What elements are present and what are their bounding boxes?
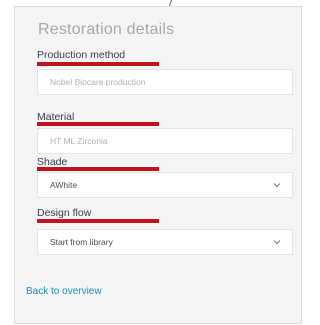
shade-select[interactable]: AWhite: [37, 172, 293, 198]
shade-select-value: AWhite: [50, 180, 78, 190]
production-method-field: Nobel Biocare production: [37, 69, 293, 95]
design-flow-select[interactable]: Start from library: [37, 229, 293, 255]
chevron-down-icon: [273, 240, 281, 245]
design-flow-label: Design flow: [37, 207, 92, 219]
material-field: HT ML Zirconia: [37, 128, 293, 154]
shade-underline: [37, 167, 159, 171]
production-method-underline: [37, 62, 159, 66]
panel-title: Restoration details: [38, 21, 175, 38]
chevron-down-icon: [273, 183, 281, 188]
design-flow-underline: [37, 219, 159, 223]
production-method-label: Production method: [37, 49, 126, 61]
design-flow-select-value: Start from library: [50, 237, 113, 247]
restoration-details-panel: Restoration details Production method No…: [14, 6, 302, 324]
back-to-overview-link[interactable]: Back to overview: [26, 286, 102, 297]
material-underline: [37, 122, 159, 126]
